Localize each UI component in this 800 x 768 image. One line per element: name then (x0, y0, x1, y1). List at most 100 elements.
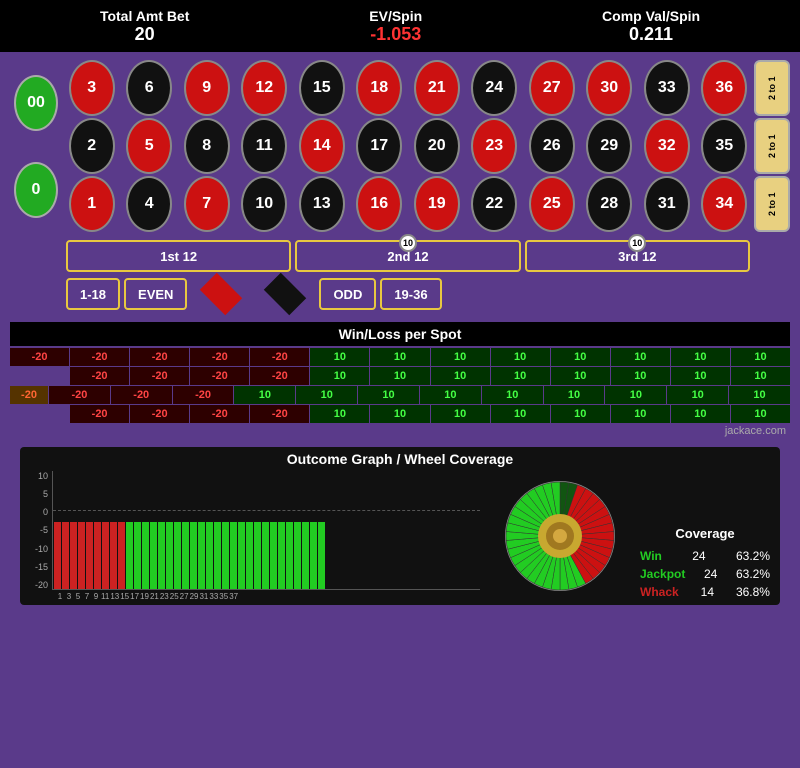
odd-btn[interactable]: ODD (319, 278, 376, 310)
wl-cell: -20 (70, 405, 129, 423)
red-diamond-wrapper[interactable] (191, 276, 251, 312)
wl-cell: 10 (731, 405, 790, 423)
bar-pos (318, 522, 325, 589)
num-12[interactable]: 12 (241, 60, 287, 116)
num-36[interactable]: 36 (701, 60, 747, 116)
wl-cell: -20 (250, 405, 309, 423)
num-7[interactable]: 7 (184, 176, 230, 232)
win-val: 24 (692, 549, 705, 563)
num-24[interactable]: 24 (471, 60, 517, 116)
num-13[interactable]: 13 (299, 176, 345, 232)
wl-cell: 10 (310, 405, 369, 423)
x-label: 19 (140, 592, 149, 601)
num-3[interactable]: 3 (69, 60, 115, 116)
x-label: 11 (101, 592, 109, 601)
num-32[interactable]: 32 (644, 118, 690, 174)
win-pct: 63.2% (736, 549, 770, 563)
double-zero[interactable]: 00 (14, 75, 58, 131)
third-dozen-btn[interactable]: 10 3rd 12 (525, 240, 750, 272)
bar-pos (246, 522, 253, 589)
num-22[interactable]: 22 (471, 176, 517, 232)
num-34[interactable]: 34 (701, 176, 747, 232)
ev-spin-cell: EV/Spin -1.053 (369, 8, 422, 45)
num-18[interactable]: 18 (356, 60, 402, 116)
num-20[interactable]: 20 (414, 118, 460, 174)
y-label-5: 5 (43, 489, 48, 499)
bar-pos (142, 522, 149, 589)
two-to-one-top[interactable]: 2 to 1 (754, 60, 790, 116)
wl-cell: 10 (296, 386, 357, 404)
num-9[interactable]: 9 (184, 60, 230, 116)
wl-cell: 10 (310, 367, 369, 385)
num-4[interactable]: 4 (126, 176, 172, 232)
wl-cell: 10 (431, 367, 490, 385)
bar-neg (110, 522, 117, 589)
x-label: 23 (160, 592, 169, 601)
num-25[interactable]: 25 (529, 176, 575, 232)
x-labels: 135791113151719212325272931333537 (30, 592, 480, 601)
num-16[interactable]: 16 (356, 176, 402, 232)
num-26[interactable]: 26 (529, 118, 575, 174)
wl-cell: 10 (358, 386, 419, 404)
y-label-n15: -15 (35, 562, 48, 572)
num-6[interactable]: 6 (126, 60, 172, 116)
x-label: 35 (219, 592, 228, 601)
num-15[interactable]: 15 (299, 60, 345, 116)
num-2[interactable]: 2 (69, 118, 115, 174)
bar-pos (198, 522, 205, 589)
num-35[interactable]: 35 (701, 118, 747, 174)
num-1[interactable]: 1 (69, 176, 115, 232)
winloss-grid: -20 -20 -20 -20 -20 10 10 10 10 10 10 10… (10, 348, 790, 437)
num-31[interactable]: 31 (644, 176, 690, 232)
outcome-body: 10 5 0 -5 -10 -15 -20 (30, 471, 770, 601)
two-to-one-mid[interactable]: 2 to 1 (754, 118, 790, 174)
wl-cell: 10 (671, 367, 730, 385)
stats-header: Total Amt Bet 20 EV/Spin -1.053 Comp Val… (0, 0, 800, 52)
jackpot-pct: 63.2% (736, 567, 770, 581)
low-btn[interactable]: 1-18 (66, 278, 120, 310)
num-29[interactable]: 29 (586, 118, 632, 174)
second-dozen-btn[interactable]: 10 2nd 12 (295, 240, 520, 272)
wl-cell: -20 (130, 348, 189, 366)
bar-pos (238, 522, 245, 589)
num-19[interactable]: 19 (414, 176, 460, 232)
zero-column: 00 0 (10, 60, 62, 232)
num-27[interactable]: 27 (529, 60, 575, 116)
num-33[interactable]: 33 (644, 60, 690, 116)
roulette-table: 00 0 3 6 9 12 15 18 21 24 27 30 33 36 2 … (10, 60, 790, 232)
num-30[interactable]: 30 (586, 60, 632, 116)
x-label: 1 (56, 592, 64, 601)
wl-cell: 10 (544, 386, 605, 404)
num-21[interactable]: 21 (414, 60, 460, 116)
num-10[interactable]: 10 (241, 176, 287, 232)
bar-neg (102, 522, 109, 589)
x-label: 3 (65, 592, 73, 601)
num-14[interactable]: 14 (299, 118, 345, 174)
num-23[interactable]: 23 (471, 118, 517, 174)
red-diamond-icon (200, 273, 242, 315)
high-btn[interactable]: 19-36 (380, 278, 441, 310)
wl-cell: -20 (190, 367, 249, 385)
jackpot-label: Jackpot (640, 567, 685, 581)
num-8[interactable]: 8 (184, 118, 230, 174)
first-dozen-btn[interactable]: 1st 12 (66, 240, 291, 272)
wl-row-4: -20 -20 -20 -20 10 10 10 10 10 10 10 10 (10, 405, 790, 423)
win-label: Win (640, 549, 662, 563)
bar-pos (310, 522, 317, 589)
wl-cell: 10 (731, 367, 790, 385)
wl-cell: 10 (491, 367, 550, 385)
single-zero[interactable]: 0 (14, 162, 58, 218)
winloss-title: Win/Loss per Spot (10, 322, 790, 346)
num-11[interactable]: 11 (241, 118, 287, 174)
black-diamond-wrapper[interactable] (255, 276, 315, 312)
third-dozen-chip: 10 (628, 234, 646, 252)
bar-pos (270, 522, 277, 589)
num-28[interactable]: 28 (586, 176, 632, 232)
wl-cell: -20 (70, 348, 129, 366)
even-btn[interactable]: EVEN (124, 278, 187, 310)
two-to-one-bot[interactable]: 2 to 1 (754, 176, 790, 232)
y-label-n20: -20 (35, 580, 48, 590)
num-17[interactable]: 17 (356, 118, 402, 174)
wl-side-label: -20 (10, 386, 48, 404)
num-5[interactable]: 5 (126, 118, 172, 174)
